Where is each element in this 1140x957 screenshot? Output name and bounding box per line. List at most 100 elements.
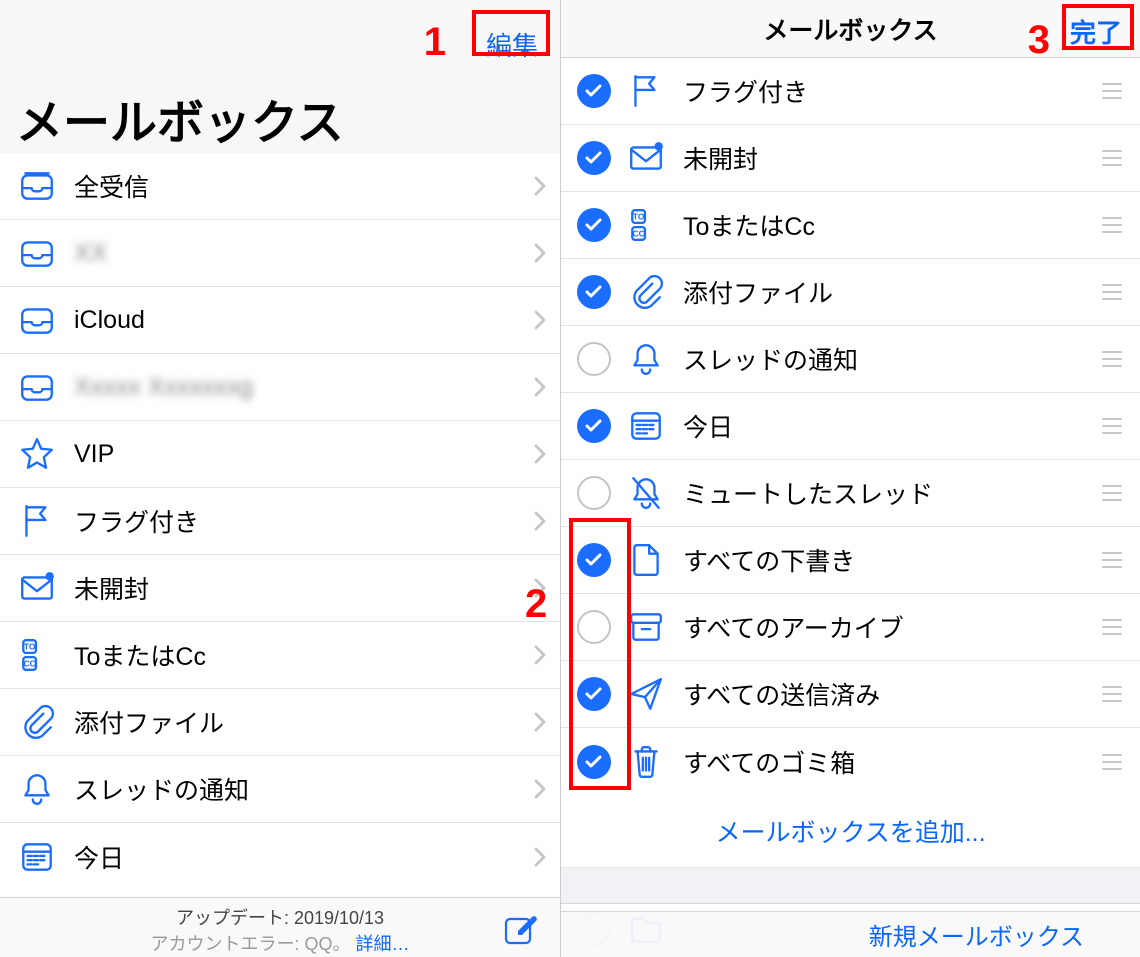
edit-row-all-archive[interactable]: すべてのアーカイブ [561,594,1140,661]
chevron-right-icon [534,444,546,464]
mailbox-row-acct-1[interactable]: XX [0,220,560,287]
mailbox-label: Xxxxx Xxxxxxxg [74,373,534,402]
mailbox-row-attach[interactable]: 添付ファイル [0,689,560,756]
mailbox-label: ToまたはCc [683,207,1102,243]
annotation-number-1: 1 [424,20,446,65]
drag-handle-icon[interactable] [1102,619,1126,635]
chevron-right-icon [534,712,546,732]
flag-icon [18,502,56,540]
edit-row-all-sent[interactable]: すべての送信済み [561,661,1140,728]
checkbox-on[interactable] [577,275,611,309]
mailbox-label: 添付ファイル [74,704,534,740]
inbox-stack-icon [18,167,56,205]
checkbox-on[interactable] [577,74,611,108]
edit-row-attach[interactable]: 添付ファイル [561,259,1140,326]
new-mailbox-button[interactable]: 新規メールボックス [869,917,1084,952]
checkbox-on[interactable] [577,409,611,443]
chevron-right-icon [534,779,546,799]
drag-handle-icon[interactable] [1102,83,1126,99]
section-gap [561,868,1140,904]
paperclip-icon [18,703,56,741]
mailbox-label: すべてのアーカイブ [683,609,1102,645]
mailboxes-pane-edit: メールボックス 完了 3 フラグ付き未開封ToまたはCc添付ファイルスレッドの通… [560,0,1140,957]
chevron-right-icon [534,377,546,397]
envelope-dot-icon [627,139,665,177]
mailbox-row-thread-notif[interactable]: スレッドの通知 [0,756,560,823]
tocc-icon [627,206,665,244]
mailbox-label: 全受信 [74,168,534,204]
flag-icon [627,72,665,110]
calendar-icon [18,838,56,876]
account-error-text: アカウントエラー: QQ。 [150,934,350,954]
header-title: メールボックス [763,11,937,47]
mailbox-row-icloud[interactable]: iCloud [0,287,560,354]
drag-handle-icon[interactable] [1102,686,1126,702]
edit-row-tocc[interactable]: ToまたはCc [561,192,1140,259]
page-title: メールボックス [16,84,344,153]
drag-handle-icon[interactable] [1102,485,1126,501]
mailbox-label: 添付ファイル [683,274,1102,310]
drag-handle-icon[interactable] [1102,150,1126,166]
account-error-label: アカウントエラー: QQ。 詳細… [0,930,560,956]
mailbox-label: スレッドの通知 [74,771,534,807]
status-toolbar: アップデート: 2019/10/13 アカウントエラー: QQ。 詳細… [0,897,560,957]
mailbox-label: フラグ付き [683,73,1102,109]
drag-handle-icon[interactable] [1102,552,1126,568]
drag-handle-icon[interactable] [1102,351,1126,367]
inbox-icon [18,368,56,406]
mailbox-label: 未開封 [74,570,534,606]
details-link[interactable]: 詳細… [356,934,410,954]
chevron-right-icon [534,511,546,531]
mailbox-row-today[interactable]: 今日 [0,823,560,890]
updated-label: アップデート: 2019/10/13 [0,904,560,930]
mailbox-row-vip[interactable]: VIP [0,421,560,488]
mailbox-label: ToまたはCc [74,637,534,673]
mailboxes-pane-view: 編集 1 メールボックス 全受信XXiCloudXxxxx XxxxxxxgVI… [0,0,560,957]
drag-handle-icon[interactable] [1102,284,1126,300]
edit-row-unread[interactable]: 未開封 [561,125,1140,192]
calendar-icon [627,407,665,445]
drag-handle-icon[interactable] [1102,754,1126,770]
drag-handle-icon[interactable] [1102,418,1126,434]
chevron-right-icon [534,243,546,263]
mailbox-row-all-inbox[interactable]: 全受信 [0,153,560,220]
mailbox-label: XX [74,239,534,268]
mailbox-row-acct-2[interactable]: Xxxxx Xxxxxxxg [0,354,560,421]
edit-row-muted[interactable]: ミュートしたスレッド [561,460,1140,527]
mailbox-list: 全受信 XX iCloud Xxxxx Xxxxxxxg VIPフラグ付き未開封 Toまた… [0,153,560,890]
annotation-box-2 [569,518,631,790]
edit-mailbox-list: フラグ付き未開封 ToまたはCc 添付ファイルスレッドの通知今日ミュートしたスレッド… [561,58,1140,795]
star-icon [18,435,56,473]
edit-row-all-trash[interactable]: すべてのゴミ箱 [561,728,1140,795]
mailbox-label: すべての送信済み [683,676,1102,712]
mailbox-row-unread[interactable]: 未開封 [0,555,560,622]
chevron-right-icon [534,645,546,665]
edit-row-today[interactable]: 今日 [561,393,1140,460]
inbox-icon [18,234,56,272]
compose-icon[interactable] [502,911,538,947]
add-mailbox-button[interactable]: メールボックスを追加... [561,795,1140,868]
mailbox-label: スレッドの通知 [683,341,1102,377]
edit-row-flagged[interactable]: フラグ付き [561,58,1140,125]
archive-icon [627,608,665,646]
chevron-right-icon [534,310,546,330]
checkbox-on[interactable] [577,208,611,242]
drag-handle-icon[interactable] [1102,217,1126,233]
paperclip-icon [627,273,665,311]
mailbox-label: 未開封 [683,140,1102,176]
bell-slash-icon [627,474,665,512]
annotation-box-1 [472,10,550,56]
inbox-icon [18,301,56,339]
mailbox-row-flagged[interactable]: フラグ付き [0,488,560,555]
doc-icon [627,541,665,579]
checkbox-off[interactable] [577,342,611,376]
checkbox-off[interactable] [577,476,611,510]
mailbox-label: 今日 [74,839,534,875]
edit-row-thread-notif[interactable]: スレッドの通知 [561,326,1140,393]
mailbox-label: iCloud [74,306,534,335]
mailbox-label: ミュートしたスレッド [683,475,1102,511]
bell-icon [627,340,665,378]
checkbox-on[interactable] [577,141,611,175]
edit-row-all-drafts[interactable]: すべての下書き [561,527,1140,594]
mailbox-row-tocc[interactable]: ToまたはCc [0,622,560,689]
